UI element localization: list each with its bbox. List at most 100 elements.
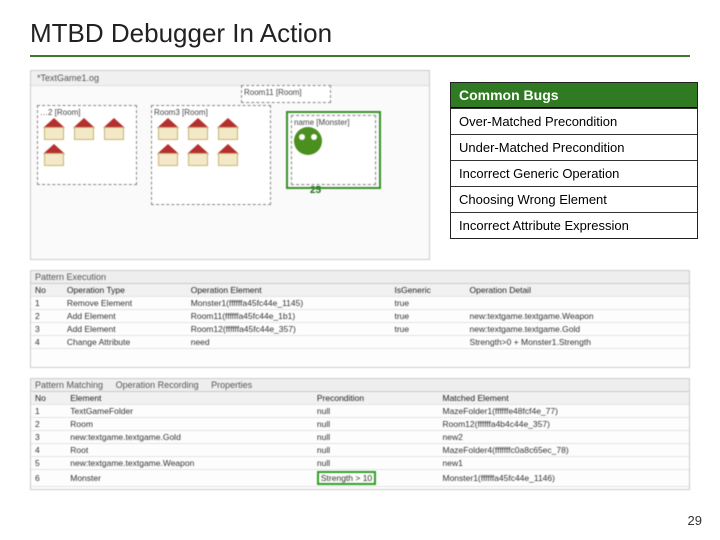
- table-row: 3Add ElementRoom12(ffffffa45fc44e_357)tr…: [31, 323, 689, 336]
- highlighted-precondition: Strength > 10: [317, 471, 376, 485]
- table-cell: Strength>0 + Monster1.Strength: [466, 336, 689, 349]
- bug-item: Incorrect Generic Operation: [451, 160, 697, 186]
- table-cell: Room12(ffffffa45fc44e_357): [187, 323, 391, 336]
- pattern-matching-table: No Element Precondition Matched Element …: [31, 392, 689, 487]
- table-cell: Monster1(ffffffa45fc44e_1146): [438, 470, 689, 487]
- pattern-matching-panel: Pattern Matching Operation Recording Pro…: [30, 378, 690, 490]
- panel-tab: Pattern Execution: [31, 271, 689, 284]
- col-generic: IsGeneric: [390, 284, 465, 297]
- table-cell: null: [313, 457, 439, 470]
- table-cell: Strength > 10: [313, 470, 439, 487]
- house-icon: [155, 144, 181, 166]
- table-row: 2RoomnullRoom12(ffffffa4b4c44e_357): [31, 418, 689, 431]
- page-number: 29: [688, 513, 702, 528]
- house-icon: [101, 118, 127, 140]
- model-canvas: *TextGame1.og …2 [Room] Room3 [Room] Roo…: [30, 70, 430, 260]
- tab-label: Pattern Execution: [35, 272, 106, 282]
- table-row: 5new:textgame.textgame.Weaponnullnew1: [31, 457, 689, 470]
- house-icon: [71, 118, 97, 140]
- table-cell: null: [313, 431, 439, 444]
- table-cell: null: [313, 418, 439, 431]
- common-bugs-panel: Common Bugs Over-Matched Precondition Un…: [450, 82, 698, 239]
- room3-label: Room3 [Room]: [154, 108, 268, 117]
- table-cell: 5: [31, 457, 66, 470]
- table-row: 1Remove ElementMonster1(ffffffa45fc44e_1…: [31, 297, 689, 310]
- house-icon: [185, 118, 211, 140]
- table-cell: TextGameFolder: [66, 405, 313, 418]
- table-cell: MazeFolder1(ffffffe48fcf4e_77): [438, 405, 689, 418]
- table-cell: Add Element: [63, 323, 187, 336]
- tab-label: Pattern Matching: [35, 380, 103, 390]
- table-cell: Remove Element: [63, 297, 187, 310]
- table-cell: new1: [438, 457, 689, 470]
- house-icon: [185, 144, 211, 166]
- table-cell: 3: [31, 431, 66, 444]
- table-cell: 1: [31, 297, 63, 310]
- slide-title: MTBD Debugger In Action: [0, 0, 720, 55]
- table-cell: 4: [31, 336, 63, 349]
- table-cell: 4: [31, 444, 66, 457]
- table-row: 3new:textgame.textgame.Goldnullnew2: [31, 431, 689, 444]
- table-cell: true: [390, 323, 465, 336]
- col-detail: Operation Detail: [466, 284, 689, 297]
- table-cell: Add Element: [63, 310, 187, 323]
- table-cell: 1: [31, 405, 66, 418]
- house-icon: [215, 144, 241, 166]
- table-cell: MazeFolder4(fffffffc0a8c65ec_78): [438, 444, 689, 457]
- table-cell: new:textgame.textgame.Weapon: [66, 457, 313, 470]
- room3-box: Room3 [Room]: [151, 105, 271, 205]
- table-cell: need: [187, 336, 391, 349]
- table-cell: Room11(ffffffa45fc44e_1b1): [187, 310, 391, 323]
- table-cell: Root: [66, 444, 313, 457]
- house-icon: [41, 118, 67, 140]
- col-no: No: [31, 284, 63, 297]
- col-optype: Operation Type: [63, 284, 187, 297]
- table-cell: new:textgame.textgame.Gold: [466, 323, 689, 336]
- bug-item: Choosing Wrong Element: [451, 186, 697, 212]
- col-opel: Operation Element: [187, 284, 391, 297]
- tab-label: Operation Recording: [116, 380, 199, 390]
- house-icon: [215, 118, 241, 140]
- room-label-small: …2 [Room]: [40, 108, 134, 117]
- tab-label: Properties: [211, 380, 252, 390]
- house-icon: [41, 144, 67, 166]
- pattern-execution-panel: Pattern Execution No Operation Type Oper…: [30, 270, 690, 368]
- table-cell: 6: [31, 470, 66, 487]
- canvas-tab: *TextGame1.og: [31, 71, 429, 86]
- table-row: 4Change Attributeneed Strength>0 + Monste…: [31, 336, 689, 349]
- table-cell: null: [313, 405, 439, 418]
- col-precond: Precondition: [313, 392, 439, 405]
- table-cell: true: [390, 310, 465, 323]
- title-underline: [30, 55, 690, 57]
- table-cell: Change Attribute: [63, 336, 187, 349]
- table-cell: [390, 336, 465, 349]
- common-bugs-header: Common Bugs: [451, 83, 697, 108]
- table-cell: new:textgame.textgame.Gold: [66, 431, 313, 444]
- table-row: 2Add ElementRoom11(ffffffa45fc44e_1b1)tr…: [31, 310, 689, 323]
- room-box-left-small: …2 [Room]: [37, 105, 137, 185]
- table-cell: true: [390, 297, 465, 310]
- col-matched: Matched Element: [438, 392, 689, 405]
- room11-label: Room11 [Room]: [244, 88, 328, 97]
- table-cell: Monster: [66, 470, 313, 487]
- pattern-execution-table: No Operation Type Operation Element IsGe…: [31, 284, 689, 349]
- table-cell: [466, 297, 689, 310]
- table-row: 4RootnullMazeFolder4(fffffffc0a8c65ec_78…: [31, 444, 689, 457]
- table-cell: Monster1(ffffffa45fc44e_1145): [187, 297, 391, 310]
- panel-tabs: Pattern Matching Operation Recording Pro…: [31, 379, 689, 392]
- table-cell: Room12(ffffffa4b4c44e_357): [438, 418, 689, 431]
- green-highlight-box: [286, 111, 381, 189]
- table-row: 1TextGameFoldernullMazeFolder1(ffffffe48…: [31, 405, 689, 418]
- table-cell: Room: [66, 418, 313, 431]
- table-cell: new2: [438, 431, 689, 444]
- table-cell: null: [313, 444, 439, 457]
- house-icon: [155, 118, 181, 140]
- bug-item: Under-Matched Precondition: [451, 134, 697, 160]
- table-cell: 2: [31, 418, 66, 431]
- bug-item: Over-Matched Precondition: [451, 108, 697, 134]
- table-row: 6Monster Strength > 10 Monster1(ffffffa45f…: [31, 470, 689, 487]
- room11-box: Room11 [Room]: [241, 85, 331, 103]
- col-no: No: [31, 392, 66, 405]
- table-cell: new:textgame.textgame.Weapon: [466, 310, 689, 323]
- bug-item: Incorrect Attribute Expression: [451, 212, 697, 238]
